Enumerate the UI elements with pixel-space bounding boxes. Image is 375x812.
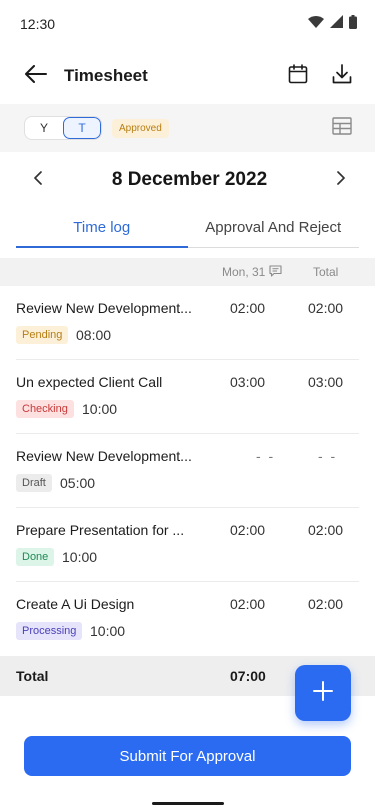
table-view-icon — [332, 116, 352, 140]
table-view-button[interactable] — [329, 115, 355, 141]
comment-icon[interactable] — [269, 264, 282, 280]
status-badge: Checking — [16, 400, 74, 418]
approved-badge: Approved — [112, 118, 169, 138]
signal-icon — [330, 15, 343, 33]
add-entry-button[interactable] — [295, 665, 351, 721]
download-icon — [332, 63, 352, 89]
chevron-left-icon — [33, 170, 43, 190]
download-button[interactable] — [329, 63, 355, 89]
status-badge: Pending — [16, 326, 69, 344]
previous-date-button[interactable] — [26, 168, 50, 192]
status-badge: Draft — [16, 474, 52, 492]
wifi-icon — [308, 15, 324, 33]
entry-day-hours: - - — [256, 448, 276, 464]
home-indicator — [152, 802, 224, 805]
timesheet-entry[interactable]: Create A Ui Design Processing 10:00 02:0… — [16, 582, 359, 656]
entry-total-hours: 03:00 — [308, 374, 344, 390]
filter-strip: Y T Approved — [0, 104, 375, 152]
total-value: 07:00 — [230, 668, 266, 684]
app-bar: Timesheet — [0, 52, 375, 100]
date-navigator: 8 December 2022 — [0, 158, 375, 202]
timesheet-entry[interactable]: Review New Development... Draft 05:00 - … — [16, 434, 359, 508]
calendar-button[interactable] — [285, 63, 311, 89]
submit-for-approval-button[interactable]: Submit For Approval — [24, 736, 351, 776]
app-actions — [285, 63, 355, 89]
back-button[interactable] — [22, 62, 50, 90]
day-column-header: Mon, 31 — [222, 264, 282, 280]
entry-title: Prepare Presentation for ... — [16, 522, 185, 538]
entry-hours: 10:00 — [90, 623, 126, 639]
day-column-label: Mon, 31 — [222, 265, 266, 279]
entry-total-hours: 02:00 — [308, 596, 344, 612]
timesheet-entries: Review New Development... Pending 08:00 … — [0, 286, 375, 656]
entry-day-hours: 03:00 — [230, 374, 266, 390]
period-option-y[interactable]: Y — [25, 117, 63, 139]
back-arrow-icon — [25, 64, 47, 88]
entry-hours: 08:00 — [76, 327, 112, 343]
entry-hours: 10:00 — [82, 401, 118, 417]
entry-day-hours: 02:00 — [230, 300, 266, 316]
battery-icon — [349, 14, 357, 34]
entry-day-hours: 02:00 — [230, 522, 266, 538]
entry-total-hours: 02:00 — [308, 522, 344, 538]
status-bar: 12:30 — [0, 0, 375, 48]
entry-total-hours: 02:00 — [308, 300, 344, 316]
timesheet-entry[interactable]: Prepare Presentation for ... Done 10:00 … — [16, 508, 359, 582]
next-date-button[interactable] — [329, 168, 353, 192]
entry-title: Create A Ui Design — [16, 596, 135, 612]
current-date: 8 December 2022 — [111, 169, 268, 190]
entry-hours: 05:00 — [60, 475, 96, 491]
total-label: Total — [16, 668, 49, 684]
entry-day-hours: 02:00 — [230, 596, 266, 612]
calendar-icon — [288, 63, 308, 89]
period-option-t[interactable]: T — [63, 117, 101, 139]
status-icons — [308, 14, 357, 34]
entry-title: Review New Development... — [16, 448, 192, 464]
status-time: 12:30 — [20, 16, 56, 32]
status-badge: Processing — [16, 622, 83, 640]
entry-total-hours: - - — [318, 448, 338, 464]
entry-hours: 10:00 — [62, 549, 98, 565]
timesheet-entry[interactable]: Review New Development... Pending 08:00 … — [16, 286, 359, 360]
tab-approval-and-reject[interactable]: Approval And Reject — [188, 208, 360, 247]
entry-title: Un expected Client Call — [16, 374, 163, 390]
total-column-header: Total — [313, 265, 339, 279]
plus-icon — [313, 680, 333, 706]
timesheet-entry[interactable]: Un expected Client Call Checking 10:00 0… — [16, 360, 359, 434]
chevron-right-icon — [336, 170, 346, 190]
page-title: Timesheet — [64, 66, 148, 85]
tab-bar: Time log Approval And Reject — [16, 208, 359, 248]
period-toggle: Y T — [24, 116, 102, 140]
table-header: Mon, 31 Total — [0, 258, 375, 286]
status-badge: Done — [16, 548, 55, 566]
entry-title: Review New Development... — [16, 300, 192, 316]
tab-time-log[interactable]: Time log — [16, 208, 188, 248]
